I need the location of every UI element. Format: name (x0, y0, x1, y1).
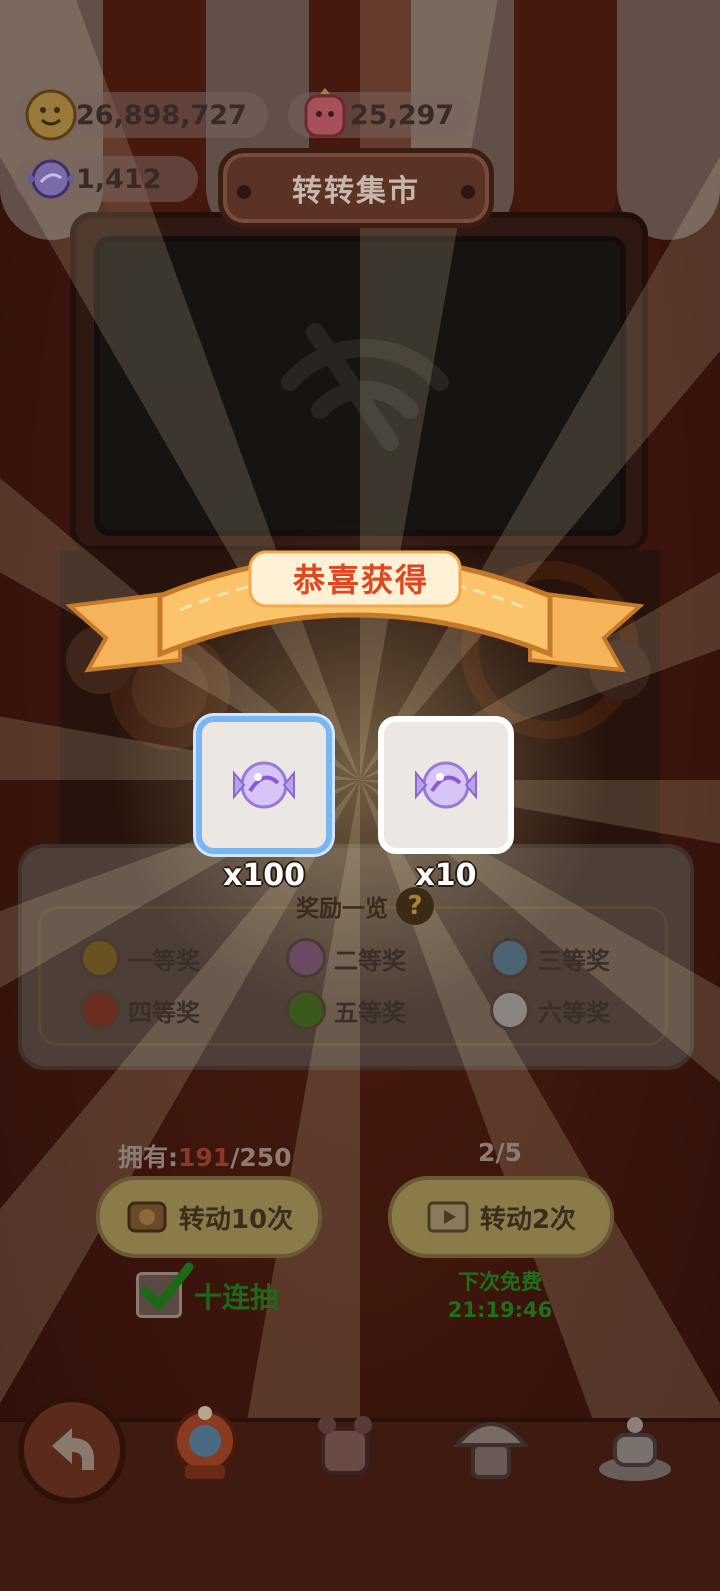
ad-spin-counter: 2/5 (478, 1138, 522, 1167)
prize-tier-1: 一等奖 (80, 938, 200, 978)
ten-pull-label[interactable]: 十连抽 (194, 1276, 278, 1316)
red-ball-icon (80, 990, 120, 1030)
prize-tier-label: 二等奖 (334, 946, 406, 975)
prize-tier-label: 四等奖 (128, 998, 200, 1027)
prize-tier-label: 一等奖 (128, 946, 200, 975)
congrats-banner (65, 550, 645, 673)
prize-tier-2: 二等奖 (286, 938, 406, 978)
plate-bolt (237, 185, 251, 199)
prize-tier-6: 六等奖 (490, 990, 610, 1030)
crystal-candy-icon (233, 761, 295, 809)
candy-balance: 1,412 (14, 156, 198, 202)
pink-gem-icon (304, 88, 346, 138)
gold-ball-icon (80, 938, 120, 978)
nav-tea-set[interactable] (590, 1400, 680, 1490)
crystal-candy-icon (28, 159, 74, 199)
spin-10-label: 转动10次 (178, 1204, 294, 1235)
nav-mushroom-house[interactable] (446, 1400, 536, 1490)
free-spin-timer: 下次免费 21:19:46 (430, 1268, 570, 1324)
back-arrow-icon (52, 1428, 94, 1470)
gem-amount: 25,297 (350, 99, 455, 131)
owned-label: 拥有: (118, 1143, 178, 1172)
reward-card[interactable] (378, 716, 514, 854)
page-title-text: 转转集市 (292, 174, 420, 209)
nav-lottery-machine[interactable] (160, 1400, 250, 1490)
cookie-coin-icon (25, 89, 77, 141)
prize-tier-label: 六等奖 (538, 998, 610, 1027)
bear-costume-icon (318, 1416, 372, 1475)
page-title: 转转集市 (218, 148, 494, 228)
owned-tickets: 拥有:191/250 (118, 1138, 292, 1174)
checkmark-icon (140, 1262, 194, 1310)
spin-2-button[interactable]: 转动2次 (388, 1176, 614, 1258)
blue-ball-icon (490, 938, 530, 978)
reward-quantity: x10 (415, 858, 477, 893)
prize-tier-label: 五等奖 (334, 998, 406, 1027)
candy-amount: 1,412 (76, 163, 162, 195)
rewards-overview-label: 奖励一览 (296, 896, 388, 922)
nav-bear-costume[interactable] (300, 1400, 390, 1490)
crystal-candy-icon (415, 761, 477, 809)
spin-2-label: 转动2次 (479, 1204, 577, 1235)
mushroom-house-icon (452, 1422, 530, 1479)
spin-10-button[interactable]: 转动10次 (96, 1176, 322, 1258)
prize-tier-3: 三等奖 (490, 938, 610, 978)
free-countdown: 21:19:46 (447, 1298, 553, 1322)
tea-set-icon (599, 1417, 671, 1481)
reward-card[interactable] (196, 716, 332, 854)
prize-tier-label: 三等奖 (538, 946, 610, 975)
reward-quantity: x100 (223, 858, 305, 893)
plate-bolt (461, 185, 475, 199)
video-ad-icon (427, 1201, 469, 1233)
purple-ball-icon (286, 938, 326, 978)
congrats-title: 恭喜获得 (292, 561, 429, 599)
prize-tier-5: 五等奖 (286, 990, 406, 1030)
green-ball-icon (286, 990, 326, 1030)
owned-current: 191 (178, 1143, 231, 1172)
ticket-icon (127, 1201, 167, 1233)
white-ball-icon (490, 990, 530, 1030)
coin-balance: 26,898,727 (14, 89, 268, 141)
lottery-machine-icon (173, 1406, 237, 1479)
free-label: 下次免费 (458, 1270, 542, 1294)
prize-tier-4: 四等奖 (80, 990, 200, 1030)
owned-max: /250 (230, 1143, 292, 1172)
ten-pull-checkbox[interactable] (136, 1262, 194, 1318)
back-button[interactable] (18, 1396, 126, 1504)
coin-amount: 26,898,727 (76, 99, 247, 131)
gem-balance: 25,297 (288, 88, 472, 138)
